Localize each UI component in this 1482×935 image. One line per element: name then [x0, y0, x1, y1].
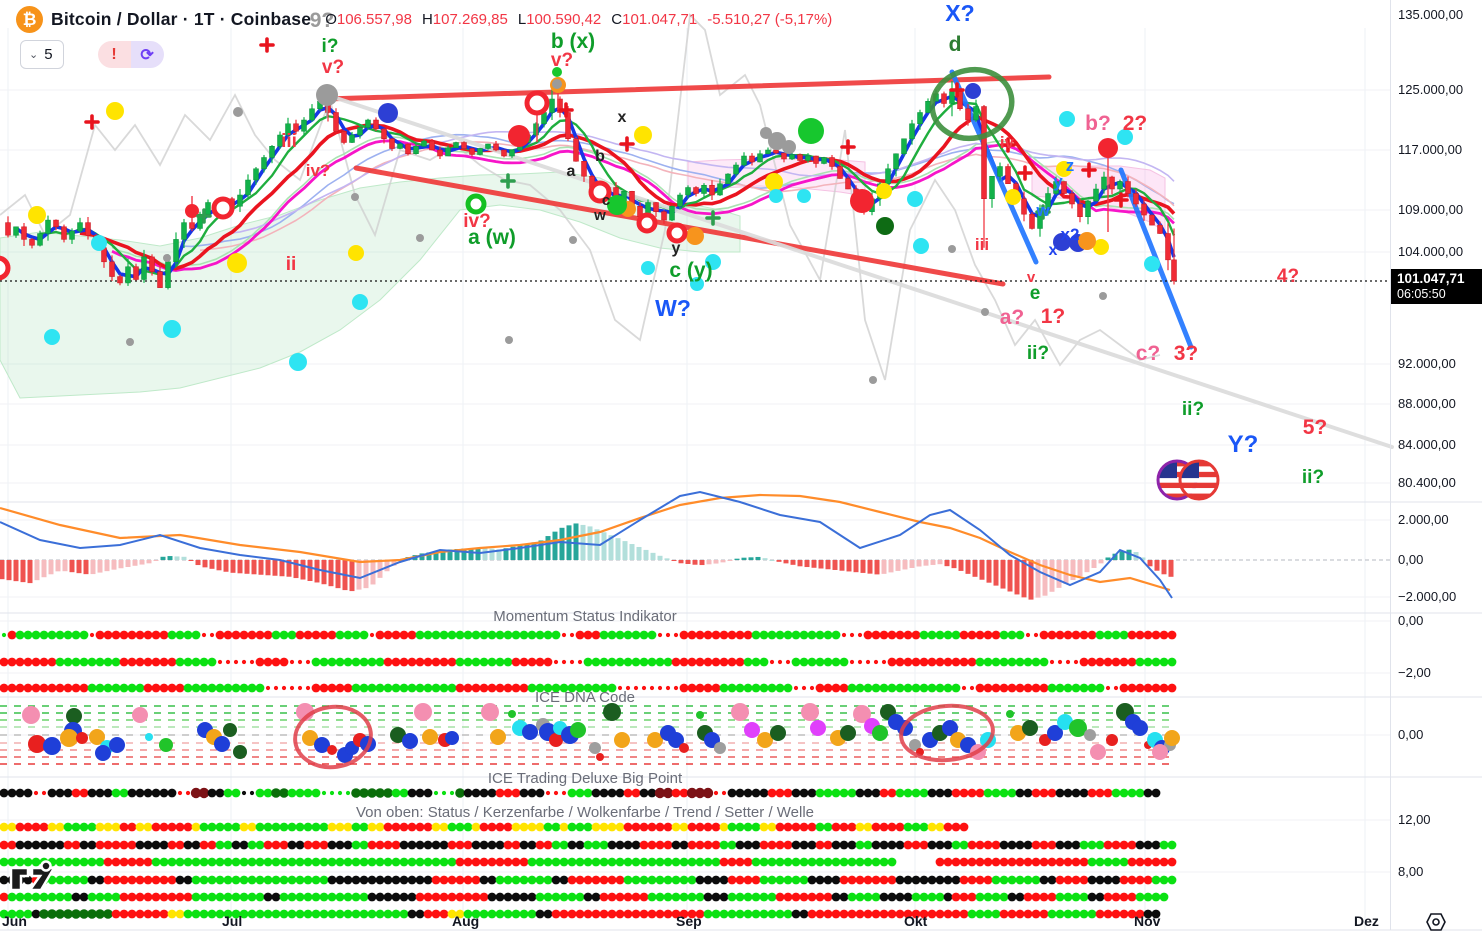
month-label: Sep [676, 913, 702, 929]
svg-text:2?: 2? [1123, 112, 1148, 135]
svg-text:5?: 5? [1303, 416, 1328, 439]
svg-text:iii: iii [975, 235, 989, 254]
last-price: 101.047,71 [1397, 271, 1482, 287]
welle-panel-title: Von oben: Status / Kerzenfarbe / Wolkenf… [356, 804, 814, 821]
svg-text:d: d [949, 33, 962, 56]
svg-text:Y?: Y? [1228, 431, 1259, 458]
dna-pane [0, 702, 1180, 772]
usa-flag-badges [1158, 461, 1218, 499]
month-label: Jul [222, 913, 242, 929]
trendlines[interactable] [326, 72, 1392, 447]
month-label: Okt [904, 913, 927, 929]
price-tick: 84.000,00 [1398, 437, 1456, 452]
svg-text:w: w [593, 207, 606, 224]
price-tick: 0,00 [1398, 552, 1423, 567]
alert-icon[interactable]: ! [98, 41, 131, 68]
momentum-panel-title[interactable]: Momentum Status Indikator [493, 608, 676, 625]
svg-text:X?: X? [945, 0, 974, 26]
price-tick: 12,00 [1398, 812, 1431, 827]
svg-text:i?: i? [322, 36, 339, 57]
price-tick: 8,00 [1398, 864, 1423, 879]
svg-text:c (y): c (y) [669, 259, 712, 282]
price-tick: 125.000,00 [1398, 82, 1463, 97]
countdown-timer: 06:05:50 [1397, 287, 1482, 301]
svg-text:b?: b? [1085, 112, 1111, 135]
svg-text:9?: 9? [310, 9, 335, 32]
tradingview-logo[interactable] [8, 856, 64, 900]
month-label: Aug [452, 913, 479, 929]
month-label: Nov [1134, 913, 1160, 929]
last-price-badge: 101.047,71 06:05:50 [1391, 269, 1482, 304]
svg-text:e: e [1030, 283, 1041, 304]
svg-text:c?: c? [1136, 342, 1161, 365]
price-tick: 2.000,00 [1398, 512, 1449, 527]
svg-text:iii: iii [281, 131, 297, 152]
month-label: Jun [2, 913, 27, 929]
axis-divider [1390, 0, 1391, 930]
price-tick: −2.000,00 [1398, 589, 1456, 604]
price-tick: 88.000,00 [1398, 396, 1456, 411]
price-tick: 135.000,00 [1398, 7, 1463, 22]
macd-pane [0, 492, 1390, 600]
alert-refresh-pill[interactable]: ! ⟳ [98, 41, 164, 68]
svg-text:v?: v? [322, 57, 344, 78]
svg-text:iv?: iv? [306, 161, 331, 180]
chevron-down-icon: ⌄ [29, 48, 38, 61]
svg-text:b: b [595, 148, 605, 165]
price-tick: 0,00 [1398, 613, 1423, 628]
svg-text:1?: 1? [1041, 305, 1066, 328]
settings-icon[interactable] [1424, 910, 1448, 934]
svg-text:z: z [1066, 156, 1075, 175]
svg-text:a (w): a (w) [468, 226, 516, 249]
price-tick: 92.000,00 [1398, 356, 1456, 371]
svg-text:a?: a? [1000, 306, 1025, 329]
svg-text:ii?: ii? [1027, 343, 1049, 364]
svg-text:ii?: ii? [1182, 399, 1204, 420]
price-tick: 109.000,00 [1398, 202, 1463, 217]
month-label: Dez [1354, 913, 1379, 929]
svg-text:y: y [672, 240, 681, 257]
svg-text:4?: 4? [1277, 266, 1299, 287]
svg-text:x2: x2 [1061, 225, 1080, 244]
bigpoint-panel-title[interactable]: ICE Trading Deluxe Big Point [488, 770, 682, 787]
price-tick: 80.400,00 [1398, 475, 1456, 490]
svg-text:3?: 3? [1174, 342, 1199, 365]
price-tick: 117.000,00 [1398, 142, 1462, 157]
svg-text:a: a [567, 163, 576, 180]
svg-text:iv: iv [1000, 133, 1015, 152]
price-tick: 104.000,00 [1398, 244, 1463, 259]
chart-canvas[interactable]: 9?i?v?iiiiv?iiiv?a (w)b (x)v?xbacwyc (y)… [0, 0, 1482, 935]
svg-text:w: w [1035, 201, 1050, 220]
svg-text:x: x [1049, 242, 1058, 259]
refresh-icon[interactable]: ⟳ [131, 41, 164, 68]
dna-panel-title[interactable]: ICE DNA Code [535, 689, 635, 706]
tradingview-window: 9?i?v?iiiiv?iiiv?a (w)b (x)v?xbacwyc (y)… [0, 0, 1482, 935]
price-tick: 0,00 [1398, 727, 1423, 742]
svg-text:ii: ii [286, 254, 297, 275]
svg-text:v?: v? [551, 50, 573, 71]
svg-text:x: x [618, 109, 627, 126]
svg-text:y: y [1053, 172, 1063, 191]
svg-text:W?: W? [655, 295, 691, 321]
price-tick: −2,00 [1398, 665, 1431, 680]
svg-text:ii?: ii? [1302, 467, 1324, 488]
candle-count-dropdown[interactable]: ⌄ 5 [20, 40, 64, 69]
